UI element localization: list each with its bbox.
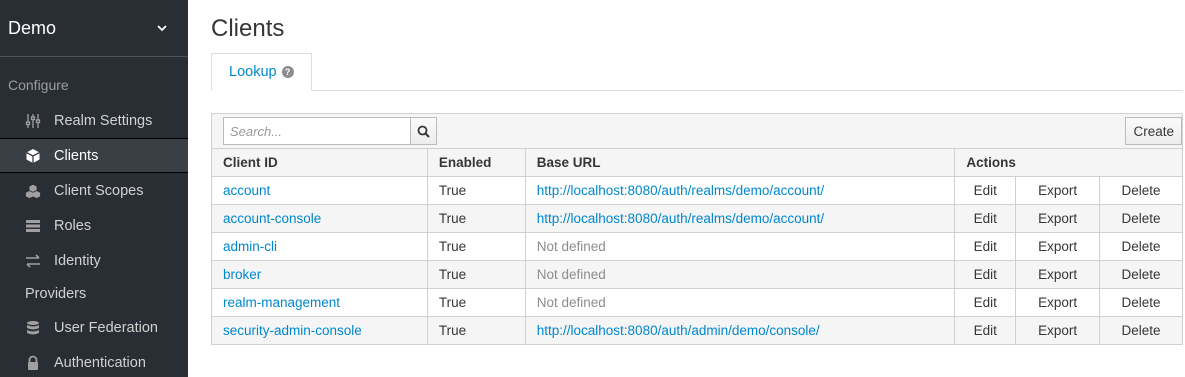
page-title: Clients [211,15,285,42]
sliders-icon [25,113,41,129]
table-row: account True http://localhost:8080/auth/re… [211,176,1183,205]
lock-icon [25,355,41,371]
help-icon[interactable]: ? [281,66,294,78]
cell-client-id: realm-management [211,288,428,317]
table-row: admin-cli True Not defined Edit Export Delete [211,232,1183,261]
section-label-configure: Configure [8,77,69,93]
export-button[interactable]: Export [1015,260,1101,289]
realm-selector[interactable]: Demo [0,0,188,57]
cell-base-url: http://localhost:8080/auth/realms/demo/a… [524,204,956,233]
table-row: realm-management True Not defined Edit Expor… [211,288,1183,317]
tab-lookup[interactable]: Lookup ? [211,53,312,91]
sidebar-item-label: Realm Settings [54,112,153,129]
edit-button[interactable]: Edit [954,204,1017,233]
base-url-link[interactable]: http://localhost:8080/auth/admin/demo/co… [537,323,820,338]
base-url-link[interactable]: http://localhost:8080/auth/realms/demo/a… [537,183,824,198]
sidebar-item-label: User Federation [54,319,158,336]
search-icon [417,125,430,138]
tab-bar: Lookup ? [211,53,1183,91]
search-input[interactable] [223,117,411,145]
sidebar-item-label: Roles [54,217,92,234]
edit-button[interactable]: Edit [954,260,1017,289]
sidebar-item-client-scopes[interactable]: Client Scopes [0,173,188,208]
client-id-link[interactable]: account [223,183,270,198]
delete-button[interactable]: Delete [1099,260,1183,289]
base-url-link[interactable]: http://localhost:8080/auth/realms/demo/a… [537,211,824,226]
cubes-icon [25,183,41,199]
cell-enabled: True [426,232,526,261]
table-toolbar: Create [211,113,1183,149]
cell-client-id: broker [211,260,428,289]
client-id-link[interactable]: account-console [223,211,321,226]
sidebar-item-user-federation[interactable]: User Federation [0,310,188,345]
edit-button[interactable]: Edit [954,232,1017,261]
cell-client-id: account-console [211,204,428,233]
client-id-link[interactable]: broker [223,267,261,282]
table-row: security-admin-console True http://localho… [211,316,1183,345]
list-icon [25,218,41,234]
sidebar-item-label: Client Scopes [54,182,144,199]
cell-enabled: True [426,204,526,233]
column-header-enabled: Enabled [426,148,526,177]
create-button[interactable]: Create [1125,117,1182,145]
sidebar-item-identity-providers[interactable]: Identity [0,243,188,278]
clients-table: Client ID Enabled Base URL Actions accou… [211,148,1183,345]
sidebar: Demo Configure Realm Settings Clients Cl… [0,0,188,377]
cube-icon [25,148,41,164]
table-row: broker True Not defined Edit Export Delete [211,260,1183,289]
delete-button[interactable]: Delete [1099,316,1183,345]
sidebar-item-identity-providers-cont[interactable]: Providers [0,278,188,310]
export-button[interactable]: Export [1015,232,1101,261]
export-button[interactable]: Export [1015,204,1101,233]
edit-button[interactable]: Edit [954,176,1017,205]
chevron-down-icon [157,25,167,32]
table-row: account-console True http://localhost:8080… [211,204,1183,233]
realm-name: Demo [8,17,57,38]
sidebar-item-authentication[interactable]: Authentication [0,345,188,377]
sidebar-item-label: Identity [54,252,101,269]
client-id-link[interactable]: admin-cli [223,239,277,254]
cell-enabled: True [426,316,526,345]
cell-enabled: True [426,260,526,289]
edit-button[interactable]: Edit [954,316,1017,345]
search-button[interactable] [411,117,437,145]
exchange-icon [25,253,41,269]
sidebar-item-realm-settings[interactable]: Realm Settings [0,103,188,138]
cell-client-id: admin-cli [211,232,428,261]
edit-button[interactable]: Edit [954,288,1017,317]
cell-client-id: security-admin-console [211,316,428,345]
sidebar-nav: Realm Settings Clients Client Scopes Rol… [0,103,188,377]
client-id-link[interactable]: realm-management [223,295,340,310]
cell-base-url: http://localhost:8080/auth/admin/demo/co… [524,316,956,345]
cell-base-url: Not defined [524,260,956,289]
sidebar-item-label: Providers [25,286,87,302]
cell-base-url: Not defined [524,288,956,317]
cell-enabled: True [426,176,526,205]
search-group [223,117,437,145]
sidebar-item-label: Authentication [54,354,146,371]
export-button[interactable]: Export [1015,316,1101,345]
delete-button[interactable]: Delete [1099,176,1183,205]
table-header-row: Client ID Enabled Base URL Actions [211,148,1183,177]
main-content: Clients Lookup ? Create Client ID Enable… [211,0,1185,345]
sidebar-item-label: Clients [54,147,99,164]
tab-label: Lookup [229,64,277,80]
sidebar-item-clients[interactable]: Clients [0,138,188,173]
column-header-actions: Actions [954,148,1183,177]
export-button[interactable]: Export [1015,176,1101,205]
column-header-client-id: Client ID [211,148,428,177]
delete-button[interactable]: Delete [1099,204,1183,233]
export-button[interactable]: Export [1015,288,1101,317]
column-header-base-url: Base URL [524,148,956,177]
database-icon [25,320,41,336]
delete-button[interactable]: Delete [1099,288,1183,317]
client-id-link[interactable]: security-admin-console [223,323,362,338]
cell-client-id: account [211,176,428,205]
cell-enabled: True [426,288,526,317]
sidebar-item-roles[interactable]: Roles [0,208,188,243]
cell-base-url: http://localhost:8080/auth/realms/demo/a… [524,176,956,205]
delete-button[interactable]: Delete [1099,232,1183,261]
cell-base-url: Not defined [524,232,956,261]
